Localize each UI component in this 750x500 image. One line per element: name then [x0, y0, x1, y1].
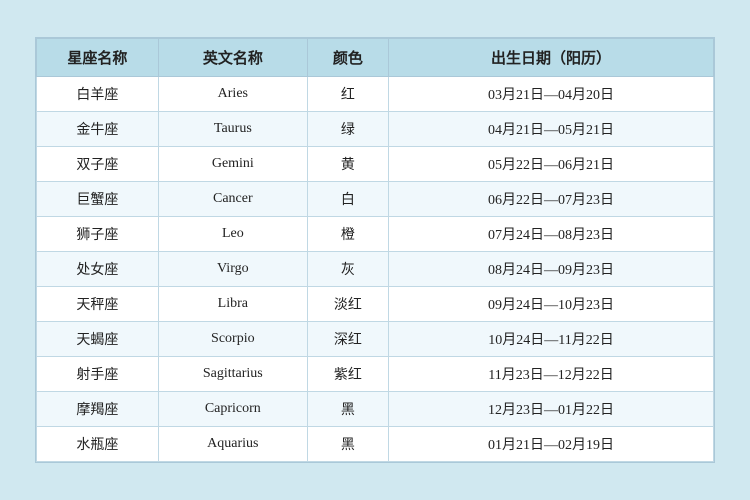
- cell-chinese: 天秤座: [37, 287, 159, 322]
- cell-english: Taurus: [158, 112, 307, 147]
- cell-color: 黑: [307, 392, 388, 427]
- cell-english: Libra: [158, 287, 307, 322]
- cell-chinese: 狮子座: [37, 217, 159, 252]
- cell-chinese: 摩羯座: [37, 392, 159, 427]
- cell-chinese: 处女座: [37, 252, 159, 287]
- header-chinese: 星座名称: [37, 39, 159, 77]
- table-row: 白羊座Aries红03月21日—04月20日: [37, 77, 714, 112]
- cell-chinese: 双子座: [37, 147, 159, 182]
- cell-date: 10月24日—11月22日: [389, 322, 714, 357]
- cell-chinese: 水瓶座: [37, 427, 159, 462]
- zodiac-table: 星座名称 英文名称 颜色 出生日期（阳历） 白羊座Aries红03月21日—04…: [36, 38, 714, 462]
- header-date: 出生日期（阳历）: [389, 39, 714, 77]
- cell-date: 09月24日—10月23日: [389, 287, 714, 322]
- cell-color: 灰: [307, 252, 388, 287]
- header-color: 颜色: [307, 39, 388, 77]
- cell-color: 黄: [307, 147, 388, 182]
- cell-date: 05月22日—06月21日: [389, 147, 714, 182]
- cell-date: 03月21日—04月20日: [389, 77, 714, 112]
- table-row: 天蝎座Scorpio深红10月24日—11月22日: [37, 322, 714, 357]
- cell-chinese: 天蝎座: [37, 322, 159, 357]
- cell-color: 黑: [307, 427, 388, 462]
- table-row: 巨蟹座Cancer白06月22日—07月23日: [37, 182, 714, 217]
- cell-date: 06月22日—07月23日: [389, 182, 714, 217]
- table-header-row: 星座名称 英文名称 颜色 出生日期（阳历）: [37, 39, 714, 77]
- table-row: 狮子座Leo橙07月24日—08月23日: [37, 217, 714, 252]
- table-row: 水瓶座Aquarius黑01月21日—02月19日: [37, 427, 714, 462]
- cell-date: 11月23日—12月22日: [389, 357, 714, 392]
- table-row: 射手座Sagittarius紫红11月23日—12月22日: [37, 357, 714, 392]
- cell-color: 红: [307, 77, 388, 112]
- cell-english: Virgo: [158, 252, 307, 287]
- cell-english: Aries: [158, 77, 307, 112]
- cell-english: Aquarius: [158, 427, 307, 462]
- cell-english: Leo: [158, 217, 307, 252]
- cell-color: 绿: [307, 112, 388, 147]
- cell-english: Capricorn: [158, 392, 307, 427]
- table-row: 摩羯座Capricorn黑12月23日—01月22日: [37, 392, 714, 427]
- cell-color: 淡红: [307, 287, 388, 322]
- cell-color: 白: [307, 182, 388, 217]
- cell-english: Sagittarius: [158, 357, 307, 392]
- table-row: 天秤座Libra淡红09月24日—10月23日: [37, 287, 714, 322]
- cell-chinese: 白羊座: [37, 77, 159, 112]
- cell-date: 12月23日—01月22日: [389, 392, 714, 427]
- cell-english: Scorpio: [158, 322, 307, 357]
- cell-color: 橙: [307, 217, 388, 252]
- cell-english: Gemini: [158, 147, 307, 182]
- cell-chinese: 射手座: [37, 357, 159, 392]
- cell-date: 08月24日—09月23日: [389, 252, 714, 287]
- cell-date: 04月21日—05月21日: [389, 112, 714, 147]
- cell-color: 紫红: [307, 357, 388, 392]
- cell-english: Cancer: [158, 182, 307, 217]
- cell-date: 01月21日—02月19日: [389, 427, 714, 462]
- cell-color: 深红: [307, 322, 388, 357]
- table-body: 白羊座Aries红03月21日—04月20日金牛座Taurus绿04月21日—0…: [37, 77, 714, 462]
- header-english: 英文名称: [158, 39, 307, 77]
- table-row: 处女座Virgo灰08月24日—09月23日: [37, 252, 714, 287]
- table-row: 金牛座Taurus绿04月21日—05月21日: [37, 112, 714, 147]
- cell-chinese: 金牛座: [37, 112, 159, 147]
- zodiac-table-container: 星座名称 英文名称 颜色 出生日期（阳历） 白羊座Aries红03月21日—04…: [35, 37, 715, 463]
- cell-chinese: 巨蟹座: [37, 182, 159, 217]
- table-row: 双子座Gemini黄05月22日—06月21日: [37, 147, 714, 182]
- cell-date: 07月24日—08月23日: [389, 217, 714, 252]
